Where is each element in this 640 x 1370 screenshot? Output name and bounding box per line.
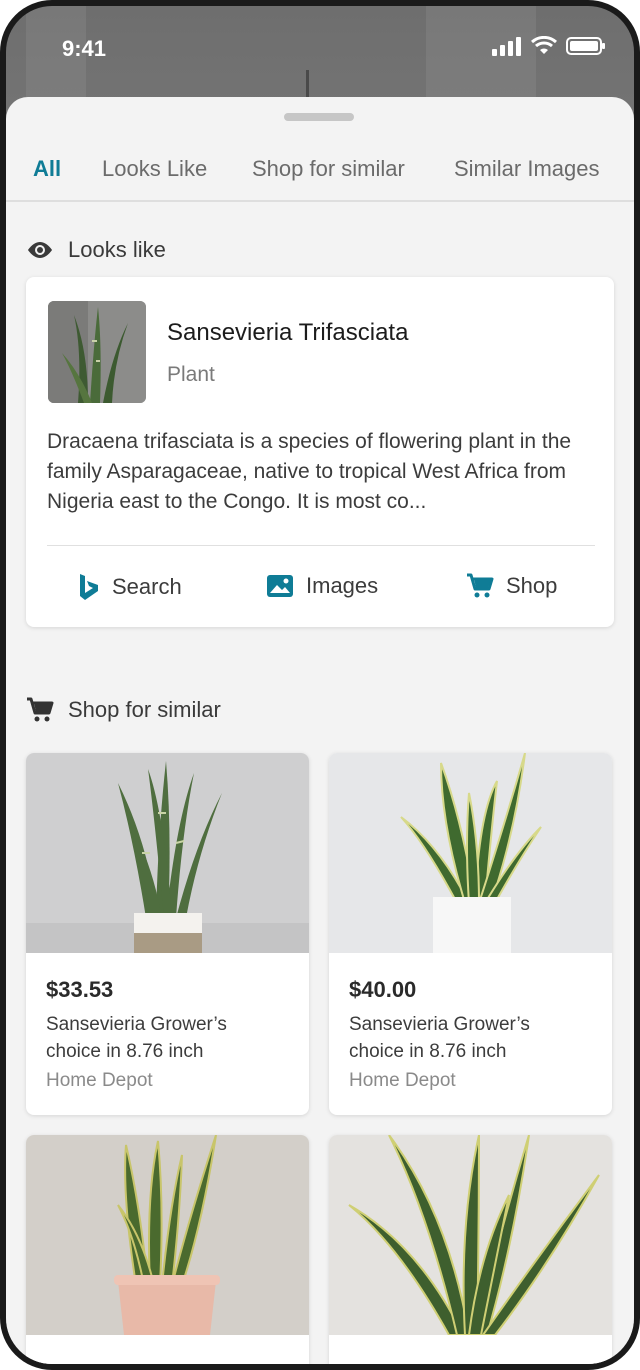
entity-thumbnail bbox=[48, 301, 146, 403]
tab-all[interactable]: All bbox=[33, 156, 61, 182]
tab-bar: All Looks Like Shop for similar Similar … bbox=[6, 142, 634, 202]
bing-logo-icon bbox=[80, 574, 98, 600]
shop-button-label: Shop bbox=[506, 573, 558, 598]
shop-similar-heading-label: Shop for similar bbox=[68, 697, 221, 722]
shop-similar-heading: Shop for similar bbox=[26, 697, 221, 723]
product-card[interactable]: $33.53 Sansevieria Grower’s choice in 8.… bbox=[26, 753, 309, 1115]
card-divider bbox=[47, 545, 595, 546]
results-sheet: All Looks Like Shop for similar Similar … bbox=[6, 97, 634, 1364]
product-image bbox=[26, 1135, 309, 1335]
product-image bbox=[329, 753, 612, 953]
status-icons bbox=[492, 36, 606, 56]
entity-card[interactable]: Sansevieria Trifasciata Plant Dracaena t… bbox=[26, 277, 614, 627]
entity-description: Dracaena trifasciata is a species of flo… bbox=[47, 430, 572, 513]
product-store: Home Depot bbox=[46, 1070, 153, 1091]
product-card[interactable] bbox=[26, 1135, 309, 1364]
cart-icon bbox=[27, 697, 54, 722]
tab-similar-images[interactable]: Similar Images bbox=[454, 156, 599, 182]
product-price: $40.00 bbox=[349, 977, 417, 1002]
sheet-grabber-handle[interactable] bbox=[284, 113, 354, 121]
looks-like-heading-label: Looks like bbox=[68, 237, 166, 262]
product-name[interactable]: Sansevieria Grower’s choice in 8.76 inch bbox=[46, 1011, 286, 1065]
image-icon bbox=[267, 575, 293, 597]
cart-icon bbox=[467, 573, 494, 598]
tab-shop-for-similar[interactable]: Shop for similar bbox=[252, 156, 405, 182]
product-name[interactable]: Sansevieria Grower’s choice in 8.76 inch bbox=[349, 1011, 589, 1065]
product-card[interactable] bbox=[329, 1135, 612, 1364]
battery-icon bbox=[566, 37, 605, 55]
tab-looks-like[interactable]: Looks Like bbox=[102, 156, 207, 182]
screen: 9:41 All Looks Like Shop for similar Sim… bbox=[6, 6, 634, 1364]
shop-button[interactable]: Shop bbox=[466, 573, 557, 599]
status-bar: 9:41 bbox=[6, 6, 634, 86]
product-image bbox=[329, 1135, 612, 1335]
entity-subtitle: Plant bbox=[167, 363, 215, 386]
device-frame: 9:41 All Looks Like Shop for similar Sim… bbox=[0, 0, 640, 1370]
eye-icon bbox=[28, 242, 52, 258]
looks-like-heading: Looks like bbox=[26, 237, 166, 263]
product-card[interactable]: $40.00 Sansevieria Grower’s choice in 8.… bbox=[329, 753, 612, 1115]
product-store: Home Depot bbox=[349, 1070, 456, 1091]
product-image bbox=[26, 753, 309, 953]
product-price: $33.53 bbox=[46, 977, 114, 1002]
search-button-label: Search bbox=[112, 574, 182, 599]
status-time: 9:41 bbox=[62, 36, 107, 61]
images-button[interactable]: Images bbox=[266, 573, 378, 599]
entity-title[interactable]: Sansevieria Trifasciata bbox=[167, 319, 408, 347]
search-button[interactable]: Search bbox=[78, 573, 182, 601]
signal-icon bbox=[492, 37, 521, 56]
wifi-icon bbox=[531, 36, 557, 54]
images-button-label: Images bbox=[306, 573, 379, 598]
